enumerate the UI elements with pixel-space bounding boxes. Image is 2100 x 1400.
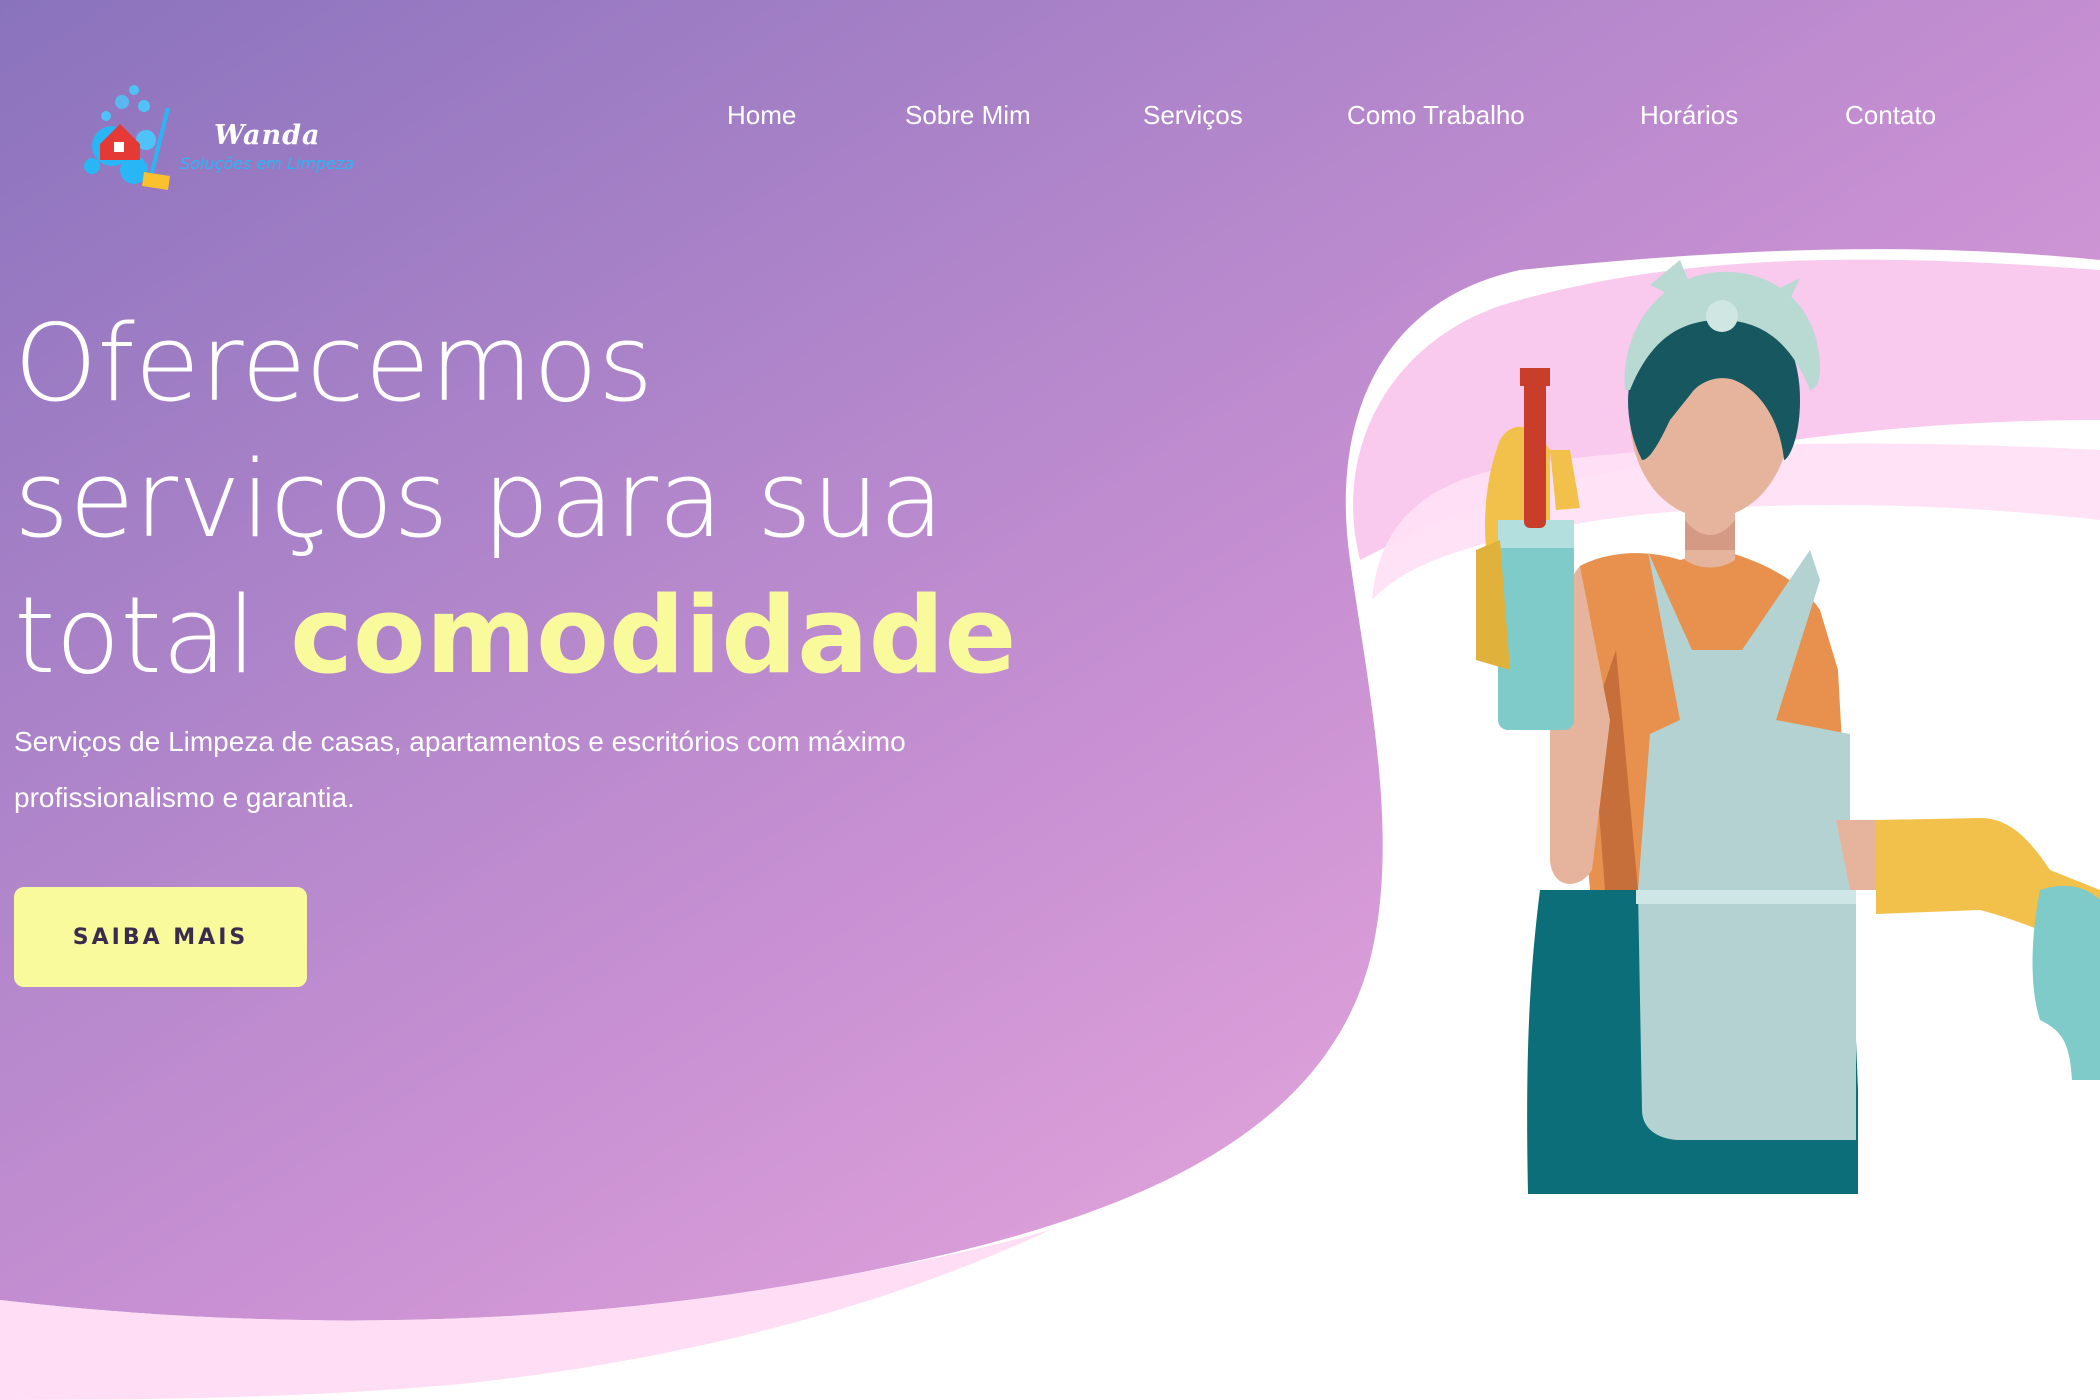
brand-name: Wanda: [214, 120, 321, 151]
hero-title-accent: comodidade: [290, 574, 1017, 697]
page: Wanda Soluções em Limpeza Home Sobre Mim…: [0, 0, 2100, 1400]
nav-sobre-mim[interactable]: Sobre Mim: [905, 100, 1031, 131]
nav-servicos[interactable]: Serviços: [1143, 100, 1243, 131]
nav-horarios[interactable]: Horários: [1640, 100, 1738, 131]
brand-tagline: Soluções em Limpeza: [180, 154, 355, 173]
house-bubbles-broom-icon: [84, 85, 170, 190]
cleaning-lady-illustration: [1476, 260, 2100, 1194]
hero-title: Oferecemos serviços para sua total comod…: [14, 296, 1134, 704]
hero-title-plain: total: [14, 574, 291, 697]
nav-home[interactable]: Home: [727, 100, 796, 131]
saiba-mais-button[interactable]: SAIBA MAIS: [14, 887, 307, 987]
nav-contato[interactable]: Contato: [1845, 100, 1936, 131]
hero-title-line-1: Oferecemos: [14, 302, 654, 425]
nav-como-trabalho[interactable]: Como Trabalho: [1347, 100, 1525, 131]
hero-subtitle: Serviços de Limpeza de casas, apartament…: [14, 726, 906, 813]
hero-title-line-2: serviços para sua: [14, 438, 945, 561]
brand-logo[interactable]: Wanda Soluções em Limpeza: [84, 80, 384, 192]
hero-title-line-3: total comodidade: [14, 568, 1134, 704]
